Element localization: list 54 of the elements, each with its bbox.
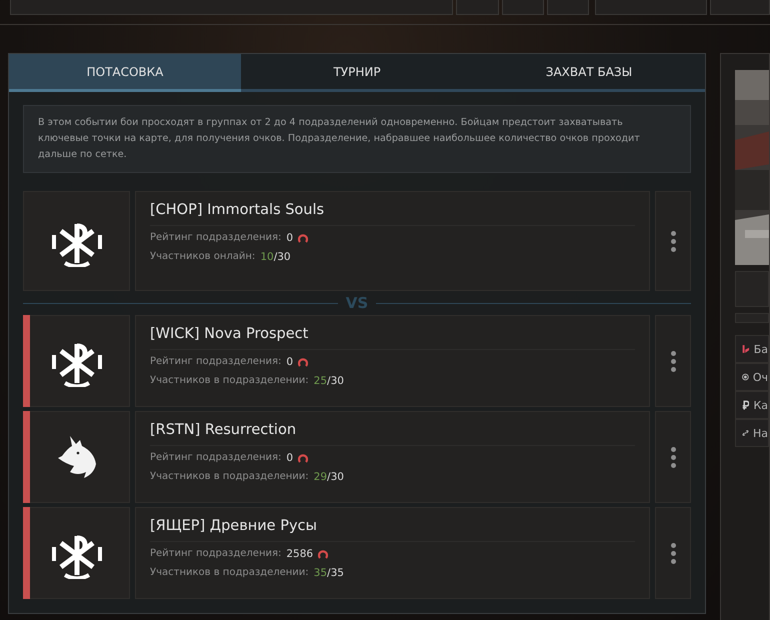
side-list-item[interactable]: На xyxy=(735,419,769,447)
members-online: 10 xyxy=(260,250,274,264)
points-icon xyxy=(318,549,328,559)
rating-value: 0 xyxy=(286,451,294,465)
members-separator: / xyxy=(274,250,278,264)
mode-tab[interactable]: ТУРНИР xyxy=(241,54,473,89)
team-name: [ЯЩЕР] Древние Русы xyxy=(150,518,635,542)
members-total: 30 xyxy=(330,470,344,484)
more-button[interactable] xyxy=(655,315,691,407)
side-list-item[interactable]: Ка xyxy=(735,391,769,419)
team-name: [RSTN] Resurrection xyxy=(150,422,635,446)
members-label: Участников в подразделении: xyxy=(150,470,309,484)
rating-label: Рейтинг подразделения: xyxy=(150,231,282,245)
side-list-item[interactable]: Ба xyxy=(735,335,769,363)
side-list-item[interactable]: Оч xyxy=(735,363,769,391)
team-name: [WICK] Nova Prospect xyxy=(150,326,635,350)
members-online: 29 xyxy=(314,470,328,484)
more-button[interactable] xyxy=(655,507,691,599)
members-total: 30 xyxy=(330,374,344,388)
mode-tab[interactable]: ПОТАСОВКА xyxy=(9,54,241,92)
coin-icon xyxy=(742,371,749,383)
bullets-icon xyxy=(742,342,750,356)
points-icon xyxy=(298,233,308,243)
more-button[interactable] xyxy=(655,191,691,291)
rating-label: Рейтинг подразделения: xyxy=(150,355,282,369)
link-icon xyxy=(742,427,749,439)
members-online: 25 xyxy=(314,374,328,388)
members-separator: / xyxy=(327,566,331,580)
top-bar-panel xyxy=(502,0,544,15)
rating-value: 0 xyxy=(286,355,294,369)
mode-tab[interactable]: ЗАХВАТ БАЗЫ xyxy=(473,54,705,89)
versus-label: VS xyxy=(346,294,368,312)
wolf-head-icon xyxy=(56,434,98,480)
top-bar-panel xyxy=(546,0,590,15)
members-label: Участников онлайн: xyxy=(150,250,256,264)
event-description: В этом событии бои просходят в группах от 2 до 4 подразделений одновременно. Бойцам предстоит захватывать ключевые точки на карте, для получения очков. Подразделение, набравшее наибольшее количество очков проходит дальше по сетке. xyxy=(23,105,691,173)
top-bar-panel xyxy=(710,0,770,15)
members-total: 35 xyxy=(330,566,344,580)
members-total: 30 xyxy=(277,250,291,264)
top-bar-panel xyxy=(456,0,499,15)
members-separator: / xyxy=(327,374,331,388)
points-icon xyxy=(298,453,308,463)
ruble-icon xyxy=(742,398,750,412)
members-online: 35 xyxy=(314,566,328,580)
more-button[interactable] xyxy=(655,411,691,503)
rating-value: 0 xyxy=(286,231,294,245)
rating-label: Рейтинг подразделения: xyxy=(150,547,282,561)
points-icon xyxy=(298,357,308,367)
members-label: Участников в подразделении: xyxy=(150,374,309,388)
rating-label: Рейтинг подразделения: xyxy=(150,451,282,465)
members-separator: / xyxy=(327,470,331,484)
team-name: [CHOP] Immortals Souls xyxy=(150,202,635,226)
rating-value: 2586 xyxy=(286,547,314,561)
members-label: Участников в подразделении: xyxy=(150,566,309,580)
